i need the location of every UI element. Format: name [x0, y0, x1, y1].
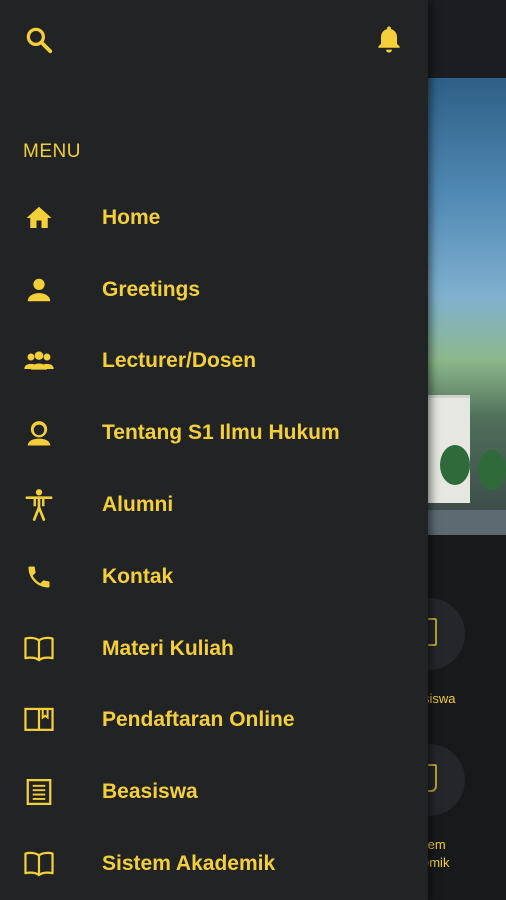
accessibility-icon	[22, 488, 56, 522]
menu-list: Home Greetings Lecturer/Dosen Tentang S1…	[0, 182, 428, 900]
menu-heading: MENU	[23, 141, 81, 162]
face-icon	[22, 416, 56, 450]
search-icon[interactable]	[24, 25, 54, 55]
navigation-drawer: MENU Home Greetings Lecturer/Dosen Tenta…	[0, 0, 428, 900]
menu-item-materi-kuliah[interactable]: Materi Kuliah	[0, 613, 428, 685]
menu-item-label: Kontak	[102, 564, 174, 588]
person-icon	[22, 273, 56, 307]
menu-item-greetings[interactable]: Greetings	[0, 254, 428, 326]
book-open-icon	[22, 632, 56, 666]
menu-item-label: Greetings	[102, 277, 201, 301]
menu-item-alumni[interactable]: Alumni	[0, 469, 428, 541]
menu-item-lecturer[interactable]: Lecturer/Dosen	[0, 326, 428, 398]
menu-item-sistem-akademik[interactable]: Sistem Akademik	[0, 828, 428, 900]
menu-item-label: Tentang S1 Ilmu Hukum	[102, 421, 340, 445]
menu-item-tentang[interactable]: Tentang S1 Ilmu Hukum	[0, 397, 428, 469]
tree-shape	[478, 450, 506, 490]
bell-icon[interactable]	[373, 23, 405, 55]
menu-item-label: Beasiswa	[102, 780, 198, 804]
tree-shape	[440, 445, 470, 485]
menu-item-label: Alumni	[102, 493, 174, 517]
menu-item-label: Home	[102, 205, 161, 229]
menu-item-label: Sistem Akademik	[102, 852, 276, 876]
menu-item-pendaftaran[interactable]: Pendaftaran Online	[0, 685, 428, 757]
phone-icon	[22, 560, 56, 594]
menu-item-label: Pendaftaran Online	[102, 708, 295, 732]
menu-item-label: Lecturer/Dosen	[102, 349, 257, 373]
group-icon	[22, 344, 56, 378]
book-open-icon	[22, 847, 56, 881]
book-bookmark-icon	[22, 703, 56, 737]
menu-item-kontak[interactable]: Kontak	[0, 541, 428, 613]
menu-item-label: Materi Kuliah	[102, 636, 234, 660]
menu-item-beasiswa[interactable]: Beasiswa	[0, 756, 428, 828]
home-icon	[22, 201, 56, 235]
menu-item-home[interactable]: Home	[0, 182, 428, 254]
document-list-icon	[22, 775, 56, 809]
